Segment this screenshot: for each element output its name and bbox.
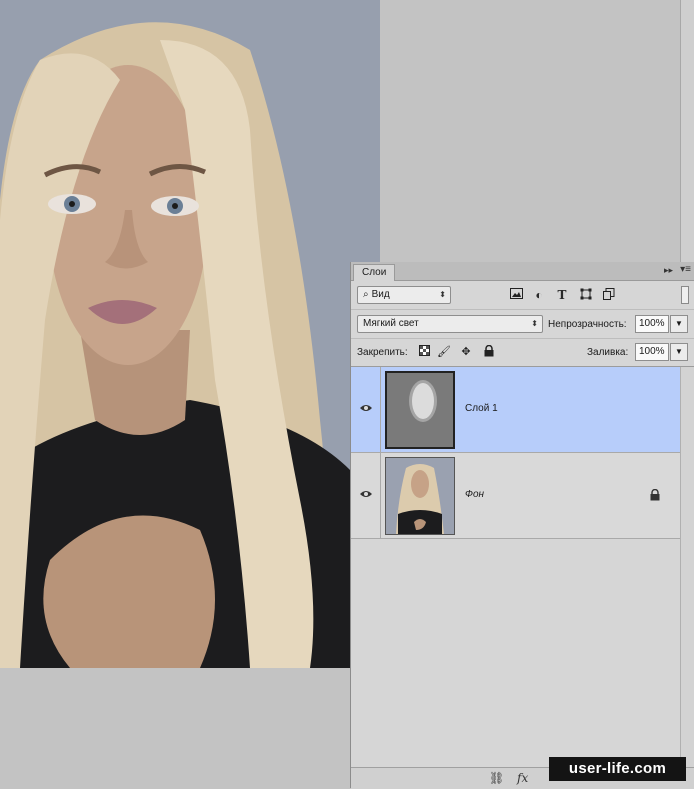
blend-mode-value: Мягкий свет	[363, 318, 419, 329]
watermark: user-life.com	[549, 757, 686, 781]
filter-toggle-switch[interactable]	[681, 286, 689, 304]
layer-row[interactable]: Фон	[351, 453, 680, 539]
layer-filter-label: Вид	[371, 289, 390, 300]
layers-scrollbar[interactable]	[680, 367, 694, 767]
fill-input[interactable]: 100%	[635, 343, 669, 361]
eye-icon	[360, 491, 372, 497]
move-icon[interactable]: ✥	[459, 345, 473, 359]
fill-label: Заливка:	[587, 347, 629, 358]
eye-icon	[360, 405, 372, 411]
lock-all-icon[interactable]	[482, 344, 496, 359]
blend-mode-dropdown[interactable]: Мягкий свет ⬍	[357, 315, 543, 333]
image-filter-icon[interactable]	[509, 288, 523, 302]
fx-icon[interactable]: fx	[517, 771, 528, 785]
link-layers-icon[interactable]: ⛓	[489, 771, 504, 785]
tab-layers[interactable]: Слои	[353, 264, 396, 281]
updown-arrow-icon: ⬍	[531, 319, 538, 328]
mask-shape	[387, 373, 453, 447]
visibility-toggle[interactable]	[351, 453, 381, 539]
double-chevron-right-icon[interactable]: ▸▸	[664, 265, 673, 276]
panel-tab-bar: Слои ▸▸ ▾≡	[351, 262, 694, 281]
document-canvas[interactable]	[0, 0, 380, 668]
layer-name[interactable]: Слой 1	[465, 403, 498, 414]
layers-panel: Слои ▸▸ ▾≡ ⌕ Вид ⬍ ◐ T Мягкий свет ⬍ Непр…	[350, 262, 694, 789]
layers-list: Слой 1 Фон	[351, 367, 694, 767]
smart-object-filter-icon[interactable]	[602, 288, 616, 302]
layer-thumbnail[interactable]	[385, 457, 455, 535]
adjustment-filter-icon[interactable]: ◐	[532, 288, 546, 302]
workspace-scrollbar[interactable]	[680, 0, 694, 262]
fill-dropdown-button[interactable]: ▼	[670, 343, 688, 361]
layer-filter-row: ⌕ Вид ⬍ ◐ T	[351, 281, 694, 310]
lock-row: Закрепить: 🖌 ✥ Заливка: 100% ▼	[351, 339, 694, 367]
lock-icon	[650, 488, 660, 504]
opacity-label: Непрозрачность:	[548, 319, 627, 330]
lock-label: Закрепить:	[357, 347, 408, 358]
layer-filter-dropdown[interactable]: ⌕ Вид ⬍	[357, 286, 451, 304]
type-filter-icon[interactable]: T	[555, 288, 569, 302]
layer-name[interactable]: Фон	[465, 489, 484, 500]
opacity-dropdown-button[interactable]: ▼	[670, 315, 688, 333]
panel-menu-icon[interactable]: ▾≡	[680, 264, 691, 275]
opacity-input[interactable]: 100%	[635, 315, 669, 333]
shape-filter-icon[interactable]	[579, 288, 593, 302]
search-icon: ⌕	[363, 289, 369, 300]
portrait-thumbnail	[386, 458, 454, 534]
brush-icon[interactable]: 🖌	[437, 345, 451, 359]
lock-transparent-pixels-icon[interactable]	[417, 345, 431, 359]
visibility-toggle[interactable]	[351, 367, 381, 453]
updown-arrow-icon: ⬍	[439, 290, 446, 299]
layer-mask-thumbnail[interactable]	[385, 371, 455, 449]
blend-row: Мягкий свет ⬍ Непрозрачность: 100% ▼	[351, 310, 694, 339]
portrait-photo	[0, 0, 380, 668]
layer-row[interactable]: Слой 1	[351, 367, 680, 453]
